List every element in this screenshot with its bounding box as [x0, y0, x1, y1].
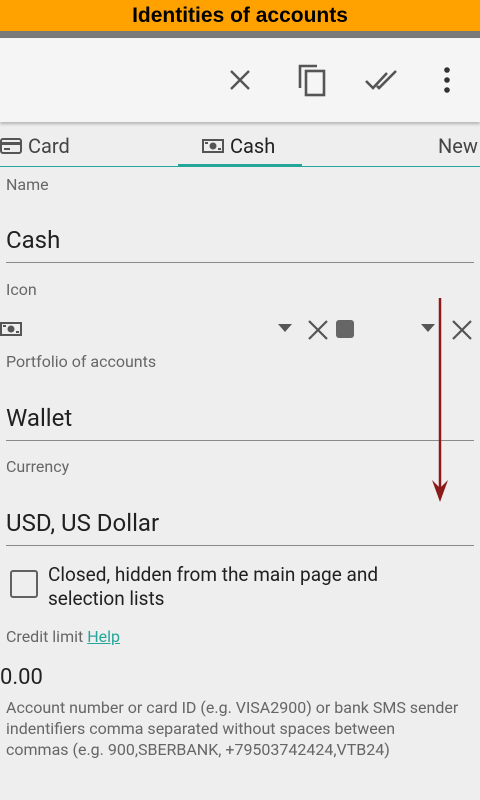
tab-bar: Card Cash New	[0, 126, 480, 170]
active-tab-indicator	[178, 164, 302, 167]
currency-input[interactable]: USD, US Dollar	[6, 509, 159, 537]
credit-limit-label: Credit limit	[6, 627, 84, 646]
help-link[interactable]: Help	[87, 627, 120, 646]
portfolio-input-underline	[6, 440, 474, 441]
more-vert-icon	[444, 67, 450, 93]
close-icon	[230, 70, 250, 90]
copy-button[interactable]	[294, 62, 330, 98]
icon-dropdown-arrow-icon[interactable]	[278, 324, 292, 332]
icon-label: Icon	[6, 280, 37, 299]
cash-icon	[202, 139, 224, 153]
done-all-icon	[365, 70, 397, 90]
portfolio-label: Portfolio of accounts	[6, 352, 157, 371]
closed-checkbox[interactable]	[10, 570, 38, 598]
credit-limit-input[interactable]: 0.00	[0, 665, 43, 690]
instruction-banner: Identities of accounts	[0, 0, 480, 31]
tab-card-label: Card	[28, 134, 70, 158]
name-input[interactable]: Cash	[6, 226, 60, 254]
tab-card[interactable]: Card	[0, 134, 70, 158]
scroll-down-arrow-icon	[432, 298, 448, 502]
currency-label: Currency	[6, 457, 70, 476]
save-all-button[interactable]	[364, 62, 400, 98]
banner-title: Identities of accounts	[132, 3, 348, 27]
copy-icon	[298, 64, 326, 97]
more-options-button[interactable]	[429, 62, 465, 98]
tab-new[interactable]: New	[438, 134, 478, 158]
cash-icon	[0, 322, 22, 336]
currency-input-underline	[6, 545, 474, 546]
credit-limit-row: Credit limit Help	[6, 627, 120, 646]
name-input-underline	[6, 262, 474, 263]
clear-color-icon[interactable]	[451, 319, 473, 341]
tab-new-label: New	[438, 134, 478, 158]
name-label: Name	[6, 175, 49, 194]
clear-icon-icon[interactable]	[307, 319, 329, 341]
tab-cash[interactable]: Cash	[202, 134, 275, 158]
close-button[interactable]	[222, 62, 258, 98]
portfolio-input[interactable]: Wallet	[6, 404, 72, 432]
credit-card-icon	[0, 138, 22, 154]
account-number-hint: Account number or card ID (e.g. VISA2900…	[6, 698, 459, 759]
color-swatch	[336, 320, 354, 338]
banner-divider	[0, 31, 480, 38]
closed-checkbox-label[interactable]: Closed, hidden from the main page and se…	[48, 563, 458, 611]
tab-cash-label: Cash	[230, 134, 276, 158]
toolbar	[0, 38, 480, 122]
